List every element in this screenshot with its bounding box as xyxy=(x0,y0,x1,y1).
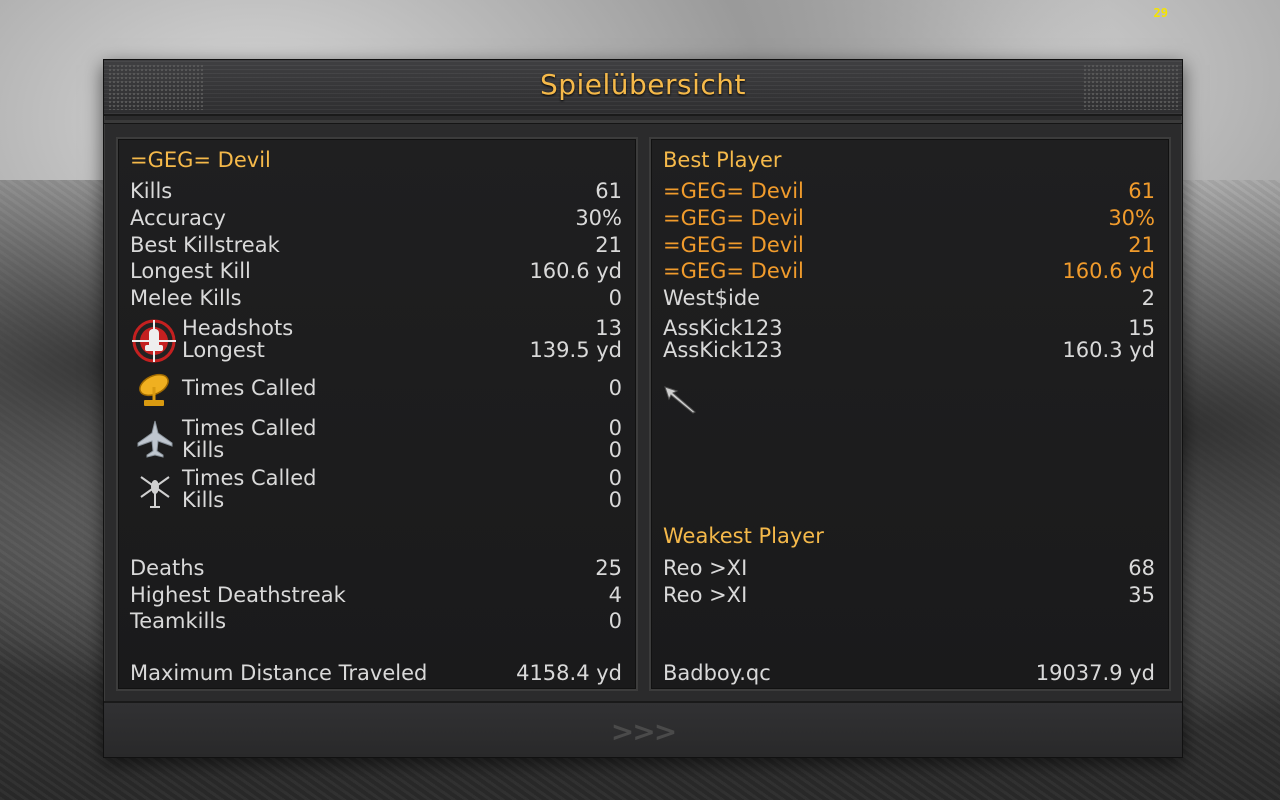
best-killstreak-row: =GEG= Devil 21 xyxy=(663,233,1155,257)
mouse-cursor-icon xyxy=(664,386,696,414)
best-players-panel: Best Player =GEG= Devil 61 =GEG= Devil 30%… xyxy=(649,137,1171,691)
headshot-crosshair-icon xyxy=(132,319,176,363)
best-kills-row: =GEG= Devil 61 xyxy=(663,179,1155,203)
weakest-deathstreak-row: Reo >XI 35 xyxy=(663,583,1155,607)
player-stats-panel: =GEG= Devil Kills 61 Accuracy 30% Best Kil… xyxy=(116,137,638,691)
stat-longest-kill: Longest Kill 160.6 yd xyxy=(130,259,622,283)
dialog-footer: >>> xyxy=(104,701,1182,757)
best-melee-row: West$ide 2 xyxy=(663,286,1155,310)
stat-teamkills: Teamkills 0 xyxy=(130,609,622,633)
stat-airstrike-kills: Kills 0 xyxy=(182,438,622,462)
match-summary-dialog: Spielübersicht =GEG= Devil Kills 61 Accur… xyxy=(103,59,1183,758)
fps-counter: 29 xyxy=(1153,6,1168,20)
stat-highest-deathstreak: Highest Deathstreak 4 xyxy=(130,583,622,607)
stat-max-distance: Maximum Distance Traveled 4158.4 yd xyxy=(130,661,622,685)
best-longest-kill-row: =GEG= Devil 160.6 yd xyxy=(663,259,1155,283)
stat-helicopter-kills: Kills 0 xyxy=(182,488,622,512)
weakest-player-title: Weakest Player xyxy=(663,524,824,548)
dialog-title: Spielübersicht xyxy=(539,68,747,101)
stat-kills: Kills 61 xyxy=(130,179,622,203)
stat-melee-kills: Melee Kills 0 xyxy=(130,286,622,310)
jet-icon xyxy=(137,420,173,458)
dialog-header: Spielübersicht xyxy=(104,60,1182,116)
stat-best-killstreak: Best Killstreak 21 xyxy=(130,233,622,257)
helicopter-icon xyxy=(140,476,170,508)
next-page-button[interactable]: >>> xyxy=(611,715,677,748)
header-divider xyxy=(104,120,1182,124)
stat-headshot-longest: Longest 139.5 yd xyxy=(182,338,622,362)
stat-uav-times-called: Times Called 0 xyxy=(182,376,622,400)
best-distance-row: Badboy.qc 19037.9 yd xyxy=(663,661,1155,685)
best-player-title: Best Player xyxy=(663,148,782,172)
weakest-deaths-row: Reo >XI 68 xyxy=(663,556,1155,580)
stat-accuracy: Accuracy 30% xyxy=(130,206,622,230)
player-name: =GEG= Devil xyxy=(130,148,271,172)
best-headshot-longest-row: AssKick123 160.3 yd xyxy=(663,338,1155,362)
radar-dish-icon xyxy=(139,373,169,406)
best-accuracy-row: =GEG= Devil 30% xyxy=(663,206,1155,230)
stat-deaths: Deaths 25 xyxy=(130,556,622,580)
